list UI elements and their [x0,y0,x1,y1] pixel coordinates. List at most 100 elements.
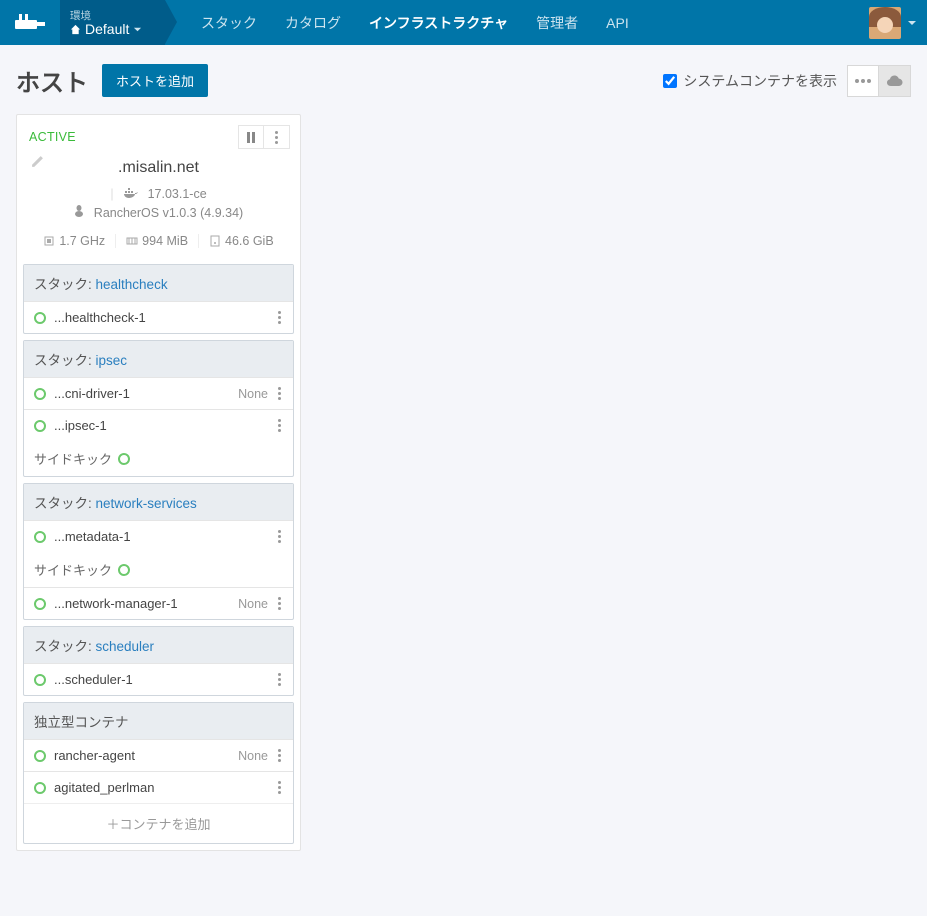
service-name: rancher-agent [54,748,238,763]
stack-block: スタック: scheduler ...scheduler-1 [23,626,294,696]
service-menu-button[interactable] [276,597,283,610]
host-card-header: ACTIVE [17,115,300,155]
storage-stat: 46.6 GiB [198,234,284,248]
stack-header: スタック: ipsec [24,341,293,377]
stack-link[interactable]: ipsec [96,353,128,368]
status-circle-icon [118,453,130,465]
home-icon [70,24,81,35]
host-actions [238,125,290,149]
cloud-view-button[interactable] [879,65,911,97]
add-host-button[interactable]: ホストを追加 [102,64,208,97]
os-info: RancherOS v1.0.3 (4.9.34) [94,206,243,220]
service-menu-button[interactable] [276,530,283,543]
status-circle-icon [34,782,46,794]
env-value: Default [70,21,155,37]
stack-block: スタック: ipsec ...cni-driver-1 None ...ipse… [23,340,294,477]
edit-icon[interactable] [31,155,44,171]
memory-icon [126,235,138,247]
chevron-down-icon [907,18,917,28]
nav-item-catalog[interactable]: カタログ [271,0,355,45]
cpu-stat: 1.7 GHz [33,234,115,248]
status-circle-icon [34,420,46,432]
stack-header: スタック: scheduler [24,627,293,663]
stack-header: スタック: healthcheck [24,265,293,301]
service-row[interactable]: ...metadata-1 [24,520,293,552]
docker-version: 17.03.1-ce [148,187,207,201]
host-stats: 1.7 GHz 994 MiB 46.6 GiB [17,230,300,258]
system-containers-checkbox[interactable] [663,74,677,88]
page-header: ホスト ホストを追加 システムコンテナを表示 [0,45,927,108]
status-circle-icon [34,750,46,762]
memory-stat: 994 MiB [115,234,198,248]
nav-item-infrastructure[interactable]: インフラストラクチャ [355,0,522,45]
status-circle-icon [118,564,130,576]
add-container-button[interactable]: ＋コンテナを追加 [24,803,293,843]
sidekick-row: サイドキック [24,441,293,476]
host-menu-button[interactable] [264,125,290,149]
stack-block: スタック: network-services ...metadata-1 サイド… [23,483,294,620]
service-right-label: None [238,749,268,763]
page-title: ホスト [16,63,88,98]
service-name: ...network-manager-1 [54,596,238,611]
env-label: 環境 [70,11,155,22]
cpu-icon [43,235,55,247]
service-menu-button[interactable] [276,673,283,686]
service-right-label: None [238,597,268,611]
nav-item-admin[interactable]: 管理者 [522,0,592,45]
service-menu-button[interactable] [276,781,283,794]
service-row[interactable]: ...cni-driver-1 None [24,377,293,409]
service-row[interactable]: agitated_perlman [24,771,293,803]
environment-switcher[interactable]: 環境 Default [60,0,165,45]
user-menu[interactable] [859,0,927,45]
status-circle-icon [34,388,46,400]
system-containers-toggle[interactable]: システムコンテナを表示 [663,71,837,91]
service-menu-button[interactable] [276,749,283,762]
stack-block: スタック: healthcheck ...healthcheck-1 [23,264,294,334]
nav-item-api[interactable]: API [592,0,643,45]
status-circle-icon [34,312,46,324]
docker-icon [124,187,138,201]
pause-button[interactable] [238,125,264,149]
service-name: ...ipsec-1 [54,418,276,433]
standalone-block: 独立型コンテナ rancher-agent None agitated_perl… [23,702,294,844]
service-row[interactable]: rancher-agent None [24,739,293,771]
service-menu-button[interactable] [276,311,283,324]
service-name: ...metadata-1 [54,529,276,544]
status-circle-icon [34,531,46,543]
avatar [869,7,901,39]
host-meta: | 17.03.1-ce RancherOS v1.0.3 (4.9.34) [17,185,300,230]
app-header: 環境 Default スタック カタログ インフラストラクチャ 管理者 API [0,0,927,45]
system-containers-label: システムコンテナを表示 [683,71,837,91]
host-card: ACTIVE .misalin.net | 17.03.1-ce [16,114,301,851]
service-name: agitated_perlman [54,780,276,795]
service-row[interactable]: ...scheduler-1 [24,663,293,695]
more-actions-button[interactable] [847,65,879,97]
status-circle-icon [34,598,46,610]
nav-item-stacks[interactable]: スタック [187,0,271,45]
service-name: ...scheduler-1 [54,672,276,687]
chevron-down-icon [133,25,142,34]
service-name: ...healthcheck-1 [54,310,276,325]
service-row[interactable]: ...healthcheck-1 [24,301,293,333]
linux-icon [74,205,84,220]
service-menu-button[interactable] [276,419,283,432]
service-row[interactable]: ...ipsec-1 [24,409,293,441]
service-right-label: None [238,387,268,401]
host-name: .misalin.net [17,155,300,185]
status-circle-icon [34,674,46,686]
stack-link[interactable]: healthcheck [96,277,168,292]
service-name: ...cni-driver-1 [54,386,238,401]
storage-icon [209,235,221,247]
content-area: ACTIVE .misalin.net | 17.03.1-ce [0,108,927,871]
service-menu-button[interactable] [276,387,283,400]
logo[interactable] [0,0,60,45]
view-toggle-group [847,65,911,97]
standalone-header: 独立型コンテナ [24,703,293,739]
main-nav: スタック カタログ インフラストラクチャ 管理者 API [187,0,643,45]
plus-icon: ＋ [106,817,119,832]
stack-link[interactable]: scheduler [96,639,155,654]
service-row[interactable]: ...network-manager-1 None [24,587,293,619]
stack-link[interactable]: network-services [96,496,197,511]
cloud-icon [887,75,903,87]
sidekick-row: サイドキック [24,552,293,587]
